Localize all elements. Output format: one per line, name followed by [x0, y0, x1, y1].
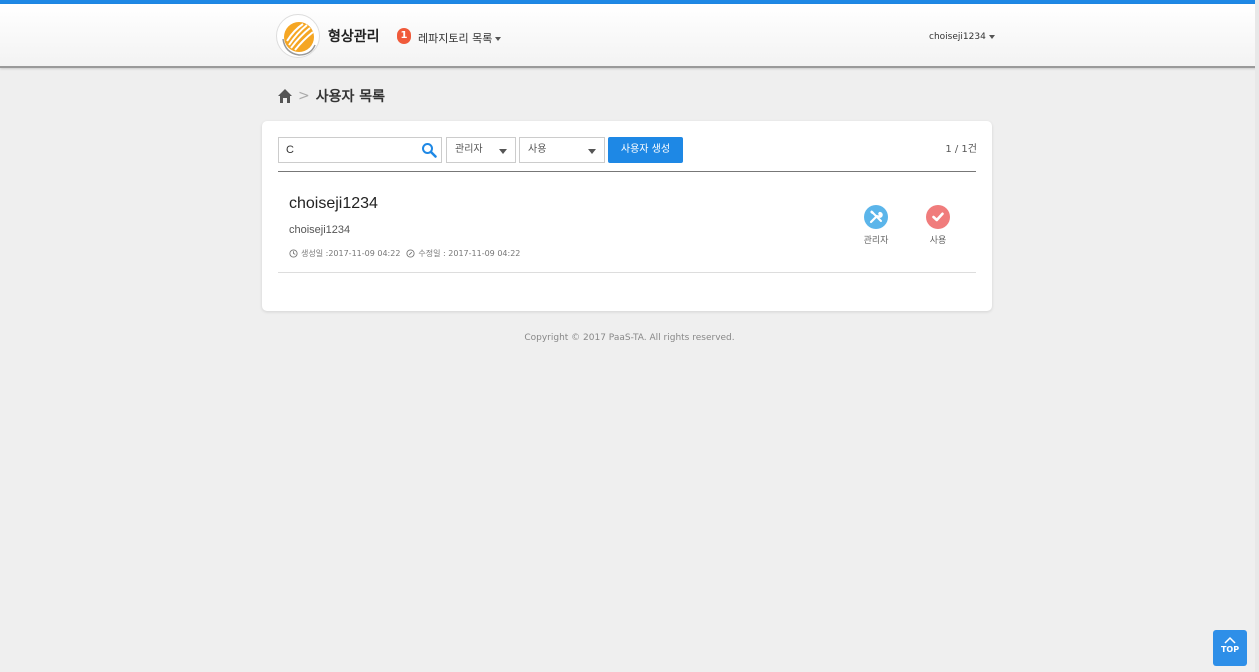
repo-count-badge: 1	[397, 28, 411, 44]
role-status: 관리자	[856, 205, 896, 246]
created-date: 생성일 :2017-11-09 04:22	[301, 249, 401, 258]
result-count: 1 / 1건	[945, 144, 977, 155]
clock-icon	[289, 249, 298, 258]
edit-clock-icon	[406, 249, 415, 258]
user-dates: 생성일 :2017-11-09 04:22 수정일 : 2017-11-09 0…	[289, 248, 520, 259]
scroll-top-label: TOP	[1220, 645, 1240, 654]
search-input[interactable]	[279, 138, 415, 162]
divider	[278, 171, 976, 172]
search-box	[278, 137, 442, 163]
role-label: 관리자	[863, 236, 889, 246]
logo[interactable]	[276, 14, 320, 58]
scroll-top-button[interactable]: TOP	[1213, 630, 1247, 666]
divider	[278, 272, 976, 273]
user-name[interactable]: choiseji1234	[289, 195, 378, 213]
scrollbar[interactable]	[1255, 0, 1259, 672]
create-user-button[interactable]: 사용자 생성	[608, 137, 683, 163]
repo-list-menu-label: 레파지토리 목록	[418, 32, 493, 45]
role-filter-value: 관리자	[455, 144, 483, 155]
admin-tools-icon	[864, 205, 888, 229]
status-label: 사용	[929, 236, 947, 246]
role-filter-select[interactable]: 관리자	[446, 137, 516, 163]
page-title: 사용자 목록	[315, 89, 386, 105]
usage-status: 사용	[918, 205, 958, 246]
user-menu-label: choiseji1234	[929, 32, 986, 42]
footer-copyright: Copyright © 2017 PaaS-TA. All rights res…	[524, 333, 735, 343]
user-menu[interactable]: choiseji1234	[929, 32, 995, 42]
header: 형상관리 1 레파지토리 목록 choiseji1234	[0, 4, 1259, 68]
caret-down-icon	[988, 34, 995, 39]
home-icon[interactable]	[277, 88, 293, 104]
user-list-panel: 관리자 사용 사용자 생성 1 / 1건 choiseji1234 choise…	[262, 121, 992, 311]
breadcrumb: > 사용자 목록	[277, 86, 385, 106]
modified-date: 수정일 : 2017-11-09 04:22	[418, 249, 521, 258]
brand-title[interactable]: 형상관리	[328, 26, 380, 46]
breadcrumb-separator-icon: >	[298, 88, 310, 104]
status-filter-value: 사용	[528, 144, 547, 155]
status-filter-select[interactable]: 사용	[519, 137, 605, 163]
chevron-down-icon	[499, 149, 507, 154]
check-icon	[926, 205, 950, 229]
repo-list-menu[interactable]: 레파지토리 목록	[418, 30, 502, 46]
caret-down-icon	[495, 37, 502, 41]
logo-icon	[282, 22, 316, 56]
chevron-down-icon	[588, 149, 596, 154]
chevron-up-icon	[1224, 636, 1236, 644]
user-id: choiseji1234	[289, 224, 351, 236]
search-icon[interactable]	[421, 142, 437, 158]
